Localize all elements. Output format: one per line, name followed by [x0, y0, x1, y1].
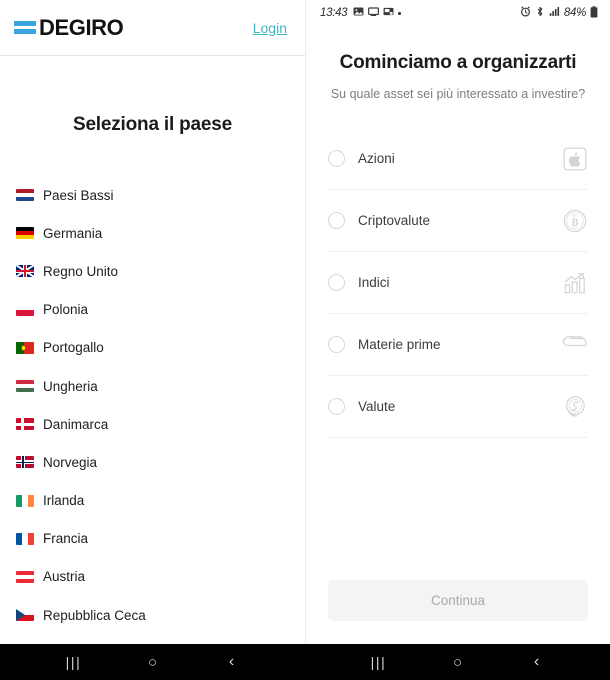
- coins-icon: [562, 394, 588, 420]
- image-icon: [353, 6, 364, 20]
- country-list: Paesi Bassi Germania Regno Unito Polonia…: [0, 176, 305, 634]
- flag-united-kingdom-icon: [16, 265, 34, 278]
- country-label: Francia: [43, 531, 89, 547]
- country-item-paesi-bassi[interactable]: Paesi Bassi: [16, 176, 305, 214]
- asset-option-list: Azioni Criptovalute B Indici Materie pri…: [306, 128, 610, 438]
- country-label: Repubblica Ceca: [43, 607, 146, 623]
- back-icon[interactable]: ‹: [520, 654, 554, 670]
- option-label: Valute: [358, 399, 396, 414]
- status-bar-right: 84%: [520, 5, 598, 21]
- asset-option-valute[interactable]: Valute: [328, 376, 588, 438]
- gallery-icon: [383, 6, 394, 20]
- status-bar: 13:43 84%: [306, 0, 610, 26]
- flag-france-icon: [16, 532, 34, 545]
- degiro-logo[interactable]: DEGIRO: [14, 14, 124, 41]
- country-item-polonia[interactable]: Polonia: [16, 291, 305, 329]
- flag-austria-icon: [16, 570, 34, 583]
- country-label: Danimarca: [43, 416, 109, 432]
- android-navigation-bars: ||| ○ ‹ ||| ○ ‹: [0, 644, 610, 680]
- country-label: Paesi Bassi: [43, 187, 114, 203]
- asset-option-criptovalute[interactable]: Criptovalute B: [328, 190, 588, 252]
- country-label: Ungheria: [43, 378, 98, 394]
- asset-option-indici[interactable]: Indici: [328, 252, 588, 314]
- battery-icon: [590, 5, 598, 21]
- country-item-danimarca[interactable]: Danimarca: [16, 405, 305, 443]
- country-label: Irlanda: [43, 493, 85, 509]
- flag-norway-icon: [16, 456, 34, 469]
- signal-icon: [549, 6, 560, 20]
- country-item-portogallo[interactable]: Portogallo: [16, 329, 305, 367]
- degiro-bars-icon: [14, 21, 36, 34]
- country-item-ungheria[interactable]: Ungheria: [16, 367, 305, 405]
- country-label: Portogallo: [43, 340, 104, 356]
- screen-cast-icon: [368, 6, 380, 20]
- flag-germany-icon: [16, 227, 34, 240]
- degiro-header: DEGIRO Login: [0, 0, 305, 56]
- recents-icon[interactable]: |||: [57, 655, 91, 669]
- alarm-icon: [520, 6, 531, 20]
- dual-pane-screenshot: DEGIRO Login Seleziona il paese Paesi Ba…: [0, 0, 610, 680]
- onboarding-asset-panel: 13:43 84% Cominciamo a organizzarti Su q…: [305, 0, 610, 680]
- radio-azioni[interactable]: [328, 150, 345, 167]
- country-label: Austria: [43, 569, 86, 585]
- radio-indici[interactable]: [328, 274, 345, 291]
- country-item-austria[interactable]: Austria: [16, 558, 305, 596]
- flag-hungary-icon: [16, 380, 34, 393]
- continue-button-wrap: Continua: [328, 580, 588, 621]
- home-icon[interactable]: ○: [441, 655, 475, 670]
- flag-ireland-icon: [16, 494, 34, 507]
- onboarding-title: Cominciamo a organizzarti: [339, 52, 577, 73]
- continue-button[interactable]: Continua: [328, 580, 588, 621]
- option-label: Materie prime: [358, 337, 441, 352]
- country-item-francia[interactable]: Francia: [16, 520, 305, 558]
- login-link[interactable]: Login: [253, 20, 287, 36]
- country-label: Polonia: [43, 302, 89, 318]
- apple-stock-icon: [562, 146, 588, 172]
- country-item-germania[interactable]: Germania: [16, 214, 305, 252]
- country-item-regno-unito[interactable]: Regno Unito: [16, 252, 305, 290]
- back-icon[interactable]: ‹: [215, 654, 249, 670]
- flag-portugal-icon: [16, 341, 34, 354]
- flag-poland-icon: [16, 303, 34, 316]
- status-bar-left: 13:43: [320, 6, 402, 20]
- country-item-norvegia[interactable]: Norvegia: [16, 443, 305, 481]
- option-label: Azioni: [358, 151, 395, 166]
- home-icon[interactable]: ○: [136, 655, 170, 670]
- bar-chart-arrow-icon: [562, 270, 588, 296]
- radio-valute[interactable]: [328, 398, 345, 415]
- radio-criptovalute[interactable]: [328, 212, 345, 229]
- status-time: 13:43: [320, 7, 348, 19]
- svg-text:B: B: [571, 217, 578, 228]
- recents-icon[interactable]: |||: [362, 655, 396, 669]
- navbar-left: ||| ○ ‹: [0, 644, 305, 680]
- navbar-right: ||| ○ ‹: [305, 644, 610, 680]
- flag-czech-republic-icon: [16, 609, 34, 622]
- degiro-wordmark: DEGIRO: [39, 14, 124, 40]
- bluetooth-icon: [535, 6, 545, 20]
- option-label: Indici: [358, 275, 390, 290]
- radio-materie-prime[interactable]: [328, 336, 345, 353]
- bitcoin-icon: B: [562, 208, 588, 234]
- gold-bar-icon: [562, 332, 588, 358]
- country-label: Regno Unito: [43, 263, 119, 279]
- asset-option-azioni[interactable]: Azioni: [328, 128, 588, 190]
- country-item-repubblica-ceca[interactable]: Repubblica Ceca: [16, 596, 305, 634]
- degiro-country-panel: DEGIRO Login Seleziona il paese Paesi Ba…: [0, 0, 305, 680]
- country-item-irlanda[interactable]: Irlanda: [16, 482, 305, 520]
- battery-percent: 84%: [563, 7, 586, 19]
- flag-denmark-icon: [16, 418, 34, 431]
- dot-icon: [398, 11, 402, 15]
- option-label: Criptovalute: [358, 213, 431, 228]
- flag-netherlands-icon: [16, 189, 34, 202]
- country-label: Norvegia: [43, 454, 98, 470]
- country-label: Germania: [43, 225, 103, 241]
- onboarding-subtitle: Su quale asset sei più interessato a inv…: [330, 87, 586, 101]
- page-title: Seleziona il paese: [72, 114, 233, 135]
- asset-option-materie-prime[interactable]: Materie prime: [328, 314, 588, 376]
